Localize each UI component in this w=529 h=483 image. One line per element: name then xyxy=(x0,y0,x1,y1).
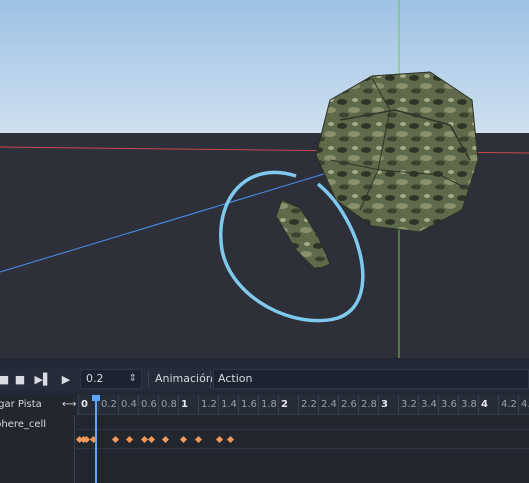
timeline-tick: 2.4 xyxy=(318,395,337,415)
keyframe-diamond[interactable] xyxy=(111,435,120,444)
keyframe-diamond[interactable] xyxy=(216,435,224,444)
play-icon[interactable]: ▶ xyxy=(56,369,76,389)
keyframe-diamond[interactable] xyxy=(162,435,170,444)
timeline-tick: 4.2 xyxy=(498,395,517,415)
timeline-tick: 0.8 xyxy=(158,395,177,415)
add-track-button[interactable]: egar Pista ⟷ xyxy=(0,395,76,415)
spin-arrows-icon[interactable]: ⇕ xyxy=(129,370,137,388)
timeline-tick: 3 xyxy=(378,395,388,415)
add-track-label: egar Pista xyxy=(0,399,42,410)
step-value: 0.2 xyxy=(86,372,104,385)
timeline-tick: 4 xyxy=(478,395,488,415)
timeline-tick: 1.2 xyxy=(198,395,217,415)
timeline-tick: 0.6 xyxy=(138,395,157,415)
keyframe-diamond[interactable] xyxy=(140,435,148,444)
track-keyframe-lane[interactable] xyxy=(75,429,529,449)
keyframe-diamond[interactable] xyxy=(147,435,156,444)
timeline-tick: 2.2 xyxy=(298,395,317,415)
animation-select[interactable]: Action xyxy=(213,369,529,389)
timeline-tick: 2.6 xyxy=(338,395,357,415)
timeline-ruler[interactable]: 0 0.2 0.4 0.6 0.8 1 1.2 1.4 1.6 1.8 2 2.2 2.4 2.6 2.8 3… xyxy=(76,395,529,415)
toolbar-divider xyxy=(210,370,211,388)
step-input[interactable]: 0.2 ⇕ xyxy=(80,369,142,389)
timeline-tick: 1 xyxy=(178,395,188,415)
timeline-tick: 4.4 xyxy=(518,395,529,415)
timeline-tick: 2 xyxy=(278,395,288,415)
timeline-tick: 0.4 xyxy=(118,395,137,415)
track-name-label: phere_cell xyxy=(0,419,47,430)
keyframe-diamond[interactable] xyxy=(227,435,235,444)
timeline-tick: 1.4 xyxy=(218,395,237,415)
playhead-cursor[interactable] xyxy=(95,395,97,483)
animation-panel: ■ ■ ▶▌ ▶ 0.2 ⇕ Animación Action egar Pis… xyxy=(0,358,529,483)
timeline-tick: 1.6 xyxy=(238,395,257,415)
timeline-tick: 3.8 xyxy=(458,395,477,415)
animation-menu-button[interactable]: Animación xyxy=(152,369,216,389)
stop-icon[interactable]: ■ xyxy=(10,369,30,389)
timeline-tick: 3.2 xyxy=(398,395,417,415)
timeline-tick: 1.8 xyxy=(258,395,277,415)
viewport-scene xyxy=(0,0,529,358)
3d-viewport[interactable] xyxy=(0,0,529,358)
resize-arrows-icon[interactable]: ⟷ xyxy=(62,395,76,415)
keyframe-diamond[interactable] xyxy=(194,435,202,444)
timeline-tick: 0 xyxy=(78,395,88,415)
toolbar-divider xyxy=(148,370,149,388)
animation-toolbar: ■ ■ ▶▌ ▶ 0.2 ⇕ Animación Action xyxy=(0,367,529,391)
track-editor: egar Pista ⟷ 00.20.40.60.811.21.41.61.82… xyxy=(0,395,529,483)
track-name[interactable]: phere_cell xyxy=(0,416,76,434)
timeline-tick: 3.4 xyxy=(418,395,437,415)
play-from-start-icon[interactable]: ▶▌ xyxy=(33,369,53,389)
keyframe-diamond[interactable] xyxy=(126,435,134,444)
timeline-tick: 2.8 xyxy=(358,395,377,415)
timeline-tick: 3.6 xyxy=(438,395,457,415)
timeline-tick: 0.2 xyxy=(98,395,117,415)
keyframe-diamond[interactable] xyxy=(180,435,188,444)
